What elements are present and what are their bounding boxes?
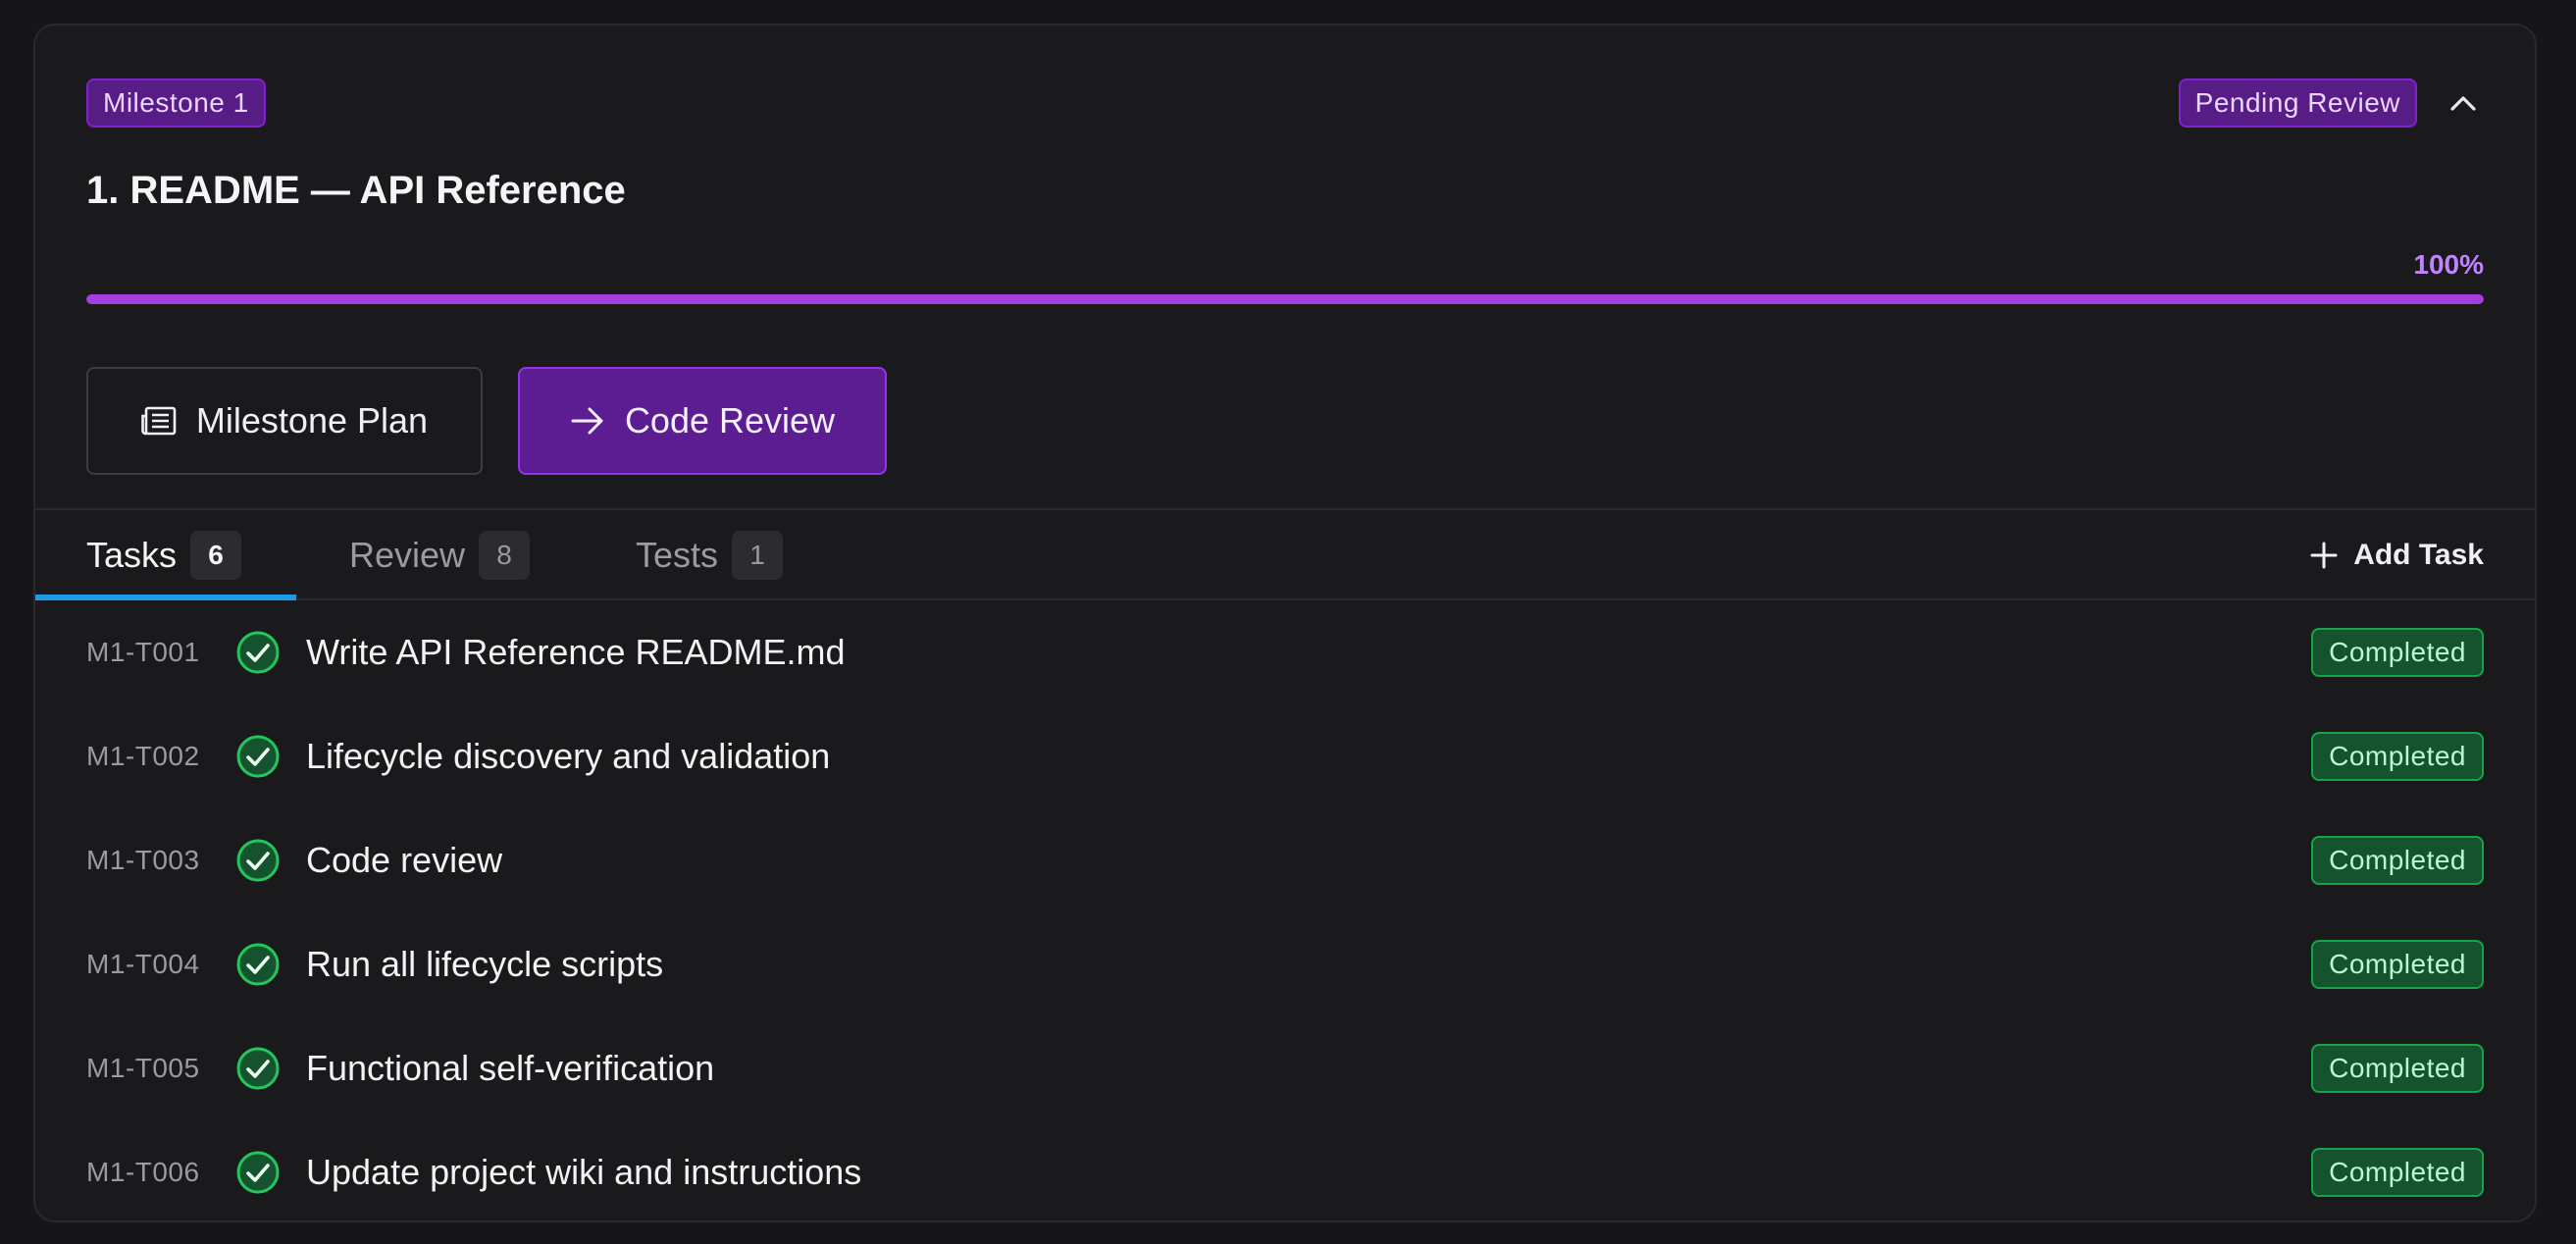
task-id: M1-T006 [86, 1157, 200, 1187]
collapse-button[interactable] [2443, 82, 2484, 124]
tab-tests-label: Tests [636, 535, 719, 575]
task-id: M1-T005 [86, 1053, 200, 1083]
arrow-right-icon [571, 407, 603, 435]
tab-tasks-count: 6 [190, 531, 242, 580]
tab-tasks-label: Tasks [86, 535, 178, 575]
task-status-badge: Completed [2311, 940, 2484, 989]
task-row[interactable]: M1-T005 Functional self-verification Com… [35, 1016, 2535, 1120]
task-status-badge: Completed [2311, 732, 2484, 781]
tab-tests-count: 1 [732, 531, 784, 580]
milestone-card: Milestone 1 Pending Review 1. README — A… [33, 24, 2537, 1222]
task-id: M1-T004 [86, 949, 200, 979]
milestone-plan-button[interactable]: Milestone Plan [86, 367, 483, 475]
check-circle-icon [236, 1151, 280, 1194]
task-id: M1-T002 [86, 741, 200, 771]
tab-tests[interactable]: Tests 1 [636, 510, 784, 600]
task-name: Lifecycle discovery and validation [306, 736, 831, 776]
task-id: M1-T003 [86, 845, 200, 875]
check-circle-icon [236, 839, 280, 882]
task-name: Run all lifecycle scripts [306, 944, 664, 984]
milestone-plan-label: Milestone Plan [195, 400, 429, 441]
add-task-label: Add Task [2353, 539, 2484, 571]
check-circle-icon [236, 735, 280, 778]
tab-bar: Tasks 6 Review 8 Tests 1 Add Task [35, 508, 2535, 600]
code-review-button[interactable]: Code Review [518, 367, 887, 475]
plus-icon [2310, 542, 2338, 569]
milestone-title: 1. README — API Reference [86, 169, 626, 212]
tab-review[interactable]: Review 8 [349, 510, 531, 600]
task-id: M1-T001 [86, 637, 200, 667]
add-task-button[interactable]: Add Task [2310, 510, 2484, 600]
tab-review-count: 8 [479, 531, 531, 580]
task-name: Write API Reference README.md [306, 632, 846, 672]
task-name: Functional self-verification [306, 1048, 715, 1088]
task-name: Update project wiki and instructions [306, 1152, 862, 1192]
status-badge: Pending Review [2178, 78, 2417, 128]
milestone-badge: Milestone 1 [86, 78, 266, 128]
document-list-icon [141, 406, 177, 436]
check-circle-icon [236, 631, 280, 674]
progress-percent: 100% [2413, 249, 2484, 280]
task-row[interactable]: M1-T002 Lifecycle discovery and validati… [35, 704, 2535, 808]
task-status-badge: Completed [2311, 628, 2484, 677]
progress-bar [86, 294, 2484, 304]
task-row[interactable]: M1-T006 Update project wiki and instruct… [35, 1120, 2535, 1220]
task-name: Code review [306, 840, 503, 880]
tab-review-label: Review [349, 535, 466, 575]
code-review-label: Code Review [624, 400, 836, 441]
check-circle-icon [236, 943, 280, 986]
task-row[interactable]: M1-T004 Run all lifecycle scripts Comple… [35, 912, 2535, 1016]
tab-tasks[interactable]: Tasks 6 [86, 510, 242, 600]
progress-fill [86, 294, 2484, 304]
task-status-badge: Completed [2311, 1044, 2484, 1093]
task-status-badge: Completed [2311, 1148, 2484, 1197]
task-row[interactable]: M1-T001 Write API Reference README.md Co… [35, 600, 2535, 704]
task-status-badge: Completed [2311, 836, 2484, 885]
chevron-up-icon [2450, 96, 2476, 111]
check-circle-icon [236, 1047, 280, 1090]
task-row[interactable]: M1-T003 Code review Completed [35, 808, 2535, 912]
